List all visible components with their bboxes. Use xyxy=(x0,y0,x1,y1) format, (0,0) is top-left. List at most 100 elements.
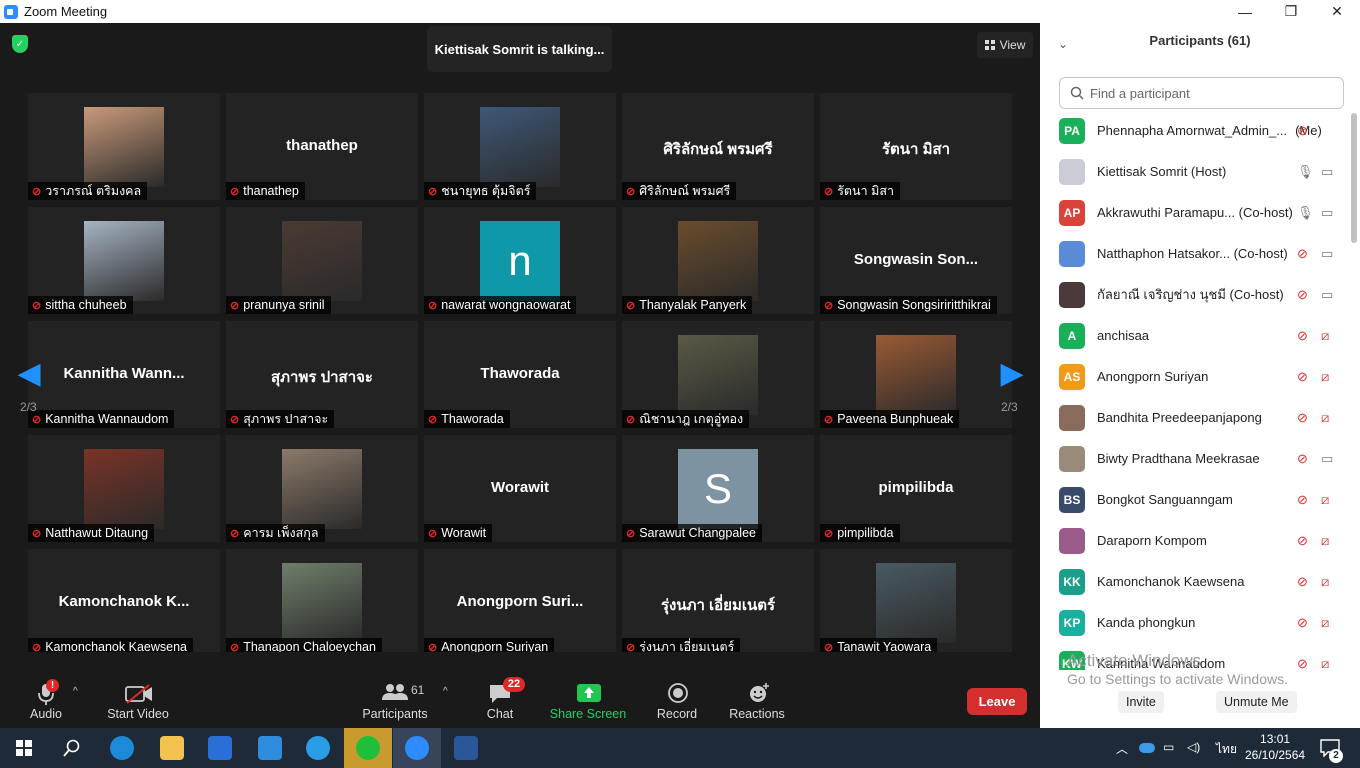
participant-video-thumbnail xyxy=(84,107,164,187)
video-tile[interactable]: Kamonchanok K... ⊘ Kamonchanok Kaewsena xyxy=(28,549,220,656)
participant-row[interactable]: AP Akkrawuthi Paramapu... (Co-host) 🎙 ▭ xyxy=(1040,192,1350,233)
volume-icon[interactable]: ◁) xyxy=(1187,740,1200,754)
participant-list[interactable]: PA Phennapha Amornwat_Admin_... (Me) ⊘ Kiett… xyxy=(1040,110,1350,670)
video-tile[interactable]: ⊘ วราภรณ์ ตริมงคล xyxy=(28,93,220,200)
muted-mic-icon: ⊘ xyxy=(626,413,636,426)
video-tile[interactable]: ⊘ sittha chuheeb xyxy=(28,207,220,314)
notification-count-badge: 2 xyxy=(1329,749,1343,763)
tile-display-name: thanathep xyxy=(286,137,358,154)
video-gallery: ⊘ วราภรณ์ ตริมงคล thanathep ⊘ thanathep ⊘ ชนาย… xyxy=(28,93,1012,657)
windows-taskbar xyxy=(0,728,1360,768)
participant-search[interactable] xyxy=(1059,77,1344,109)
participant-row[interactable]: กัลยาณี เจริญช่าง นุชมี (Co-host) ⊘ ▭ xyxy=(1040,274,1350,315)
microphone-muted-icon: ⊘ xyxy=(1297,450,1308,466)
participant-list-scrollbar[interactable] xyxy=(1351,113,1357,243)
video-tile[interactable]: Songwasin Son... ⊘ Songwasin Songsiriritth… xyxy=(820,207,1012,314)
minimize-button[interactable]: — xyxy=(1222,0,1268,23)
participant-name: Kanda phongkun xyxy=(1097,615,1195,630)
zoom-app-taskbar-icon[interactable] xyxy=(405,736,429,760)
store-icon[interactable] xyxy=(208,736,232,760)
view-button[interactable]: View xyxy=(977,32,1033,58)
video-tile[interactable]: ⊘ Thanyalak Panyerk xyxy=(622,207,814,314)
participants-label: Participants xyxy=(362,707,428,721)
video-tile[interactable]: รัตนา มิสา ⊘ รัตนา มิสา xyxy=(820,93,1012,200)
participant-row[interactable]: Biwty Pradthana Meekrasae ⊘ ▭ xyxy=(1040,438,1350,479)
video-tile[interactable]: ⊘ คารม เพ็งสกุล xyxy=(226,435,418,542)
line-app-icon[interactable] xyxy=(356,736,380,760)
participant-avatar xyxy=(1059,240,1085,267)
participant-row[interactable]: KK Kamonchanok Kaewsena ⊘ ⧄ xyxy=(1040,561,1350,602)
reactions-label: Reactions xyxy=(729,707,785,721)
edge-browser-icon[interactable] xyxy=(110,736,134,760)
invite-button[interactable]: Invite xyxy=(1118,691,1164,713)
video-tile[interactable]: ⊘ Tanawit Yaowara xyxy=(820,549,1012,656)
network-icon[interactable]: ▭ xyxy=(1163,740,1174,754)
previous-page-arrow-icon[interactable]: ◀ xyxy=(14,356,44,390)
participant-search-input[interactable] xyxy=(1090,85,1330,101)
participant-row[interactable]: KP Kanda phongkun ⊘ ⧄ xyxy=(1040,602,1350,643)
word-icon[interactable] xyxy=(454,736,478,760)
video-tile[interactable]: ศิริลักษณ์ พรมศรี ⊘ ศิริลักษณ์ พรมศรี xyxy=(622,93,814,200)
video-tile[interactable]: pimpilibda ⊘ pimpilibda xyxy=(820,435,1012,542)
onedrive-icon[interactable] xyxy=(1139,743,1155,753)
page-indicator-left: 2/3 xyxy=(20,400,37,414)
video-tile[interactable]: thanathep ⊘ thanathep xyxy=(226,93,418,200)
camera-off-icon: ⧄ xyxy=(1321,573,1330,589)
video-tile[interactable]: ⊘ Natthawut Ditaung xyxy=(28,435,220,542)
chat-label: Chat xyxy=(486,707,514,721)
participant-row[interactable]: AS Anongporn Suriyan ⊘ ⧄ xyxy=(1040,356,1350,397)
encryption-shield-icon[interactable]: ✓ xyxy=(12,35,28,53)
windows-start-icon[interactable] xyxy=(16,740,32,756)
participants-panel: ⌄ Participants (61) PAPhennapha Amornwat… xyxy=(1040,23,1360,728)
muted-mic-icon: ⊘ xyxy=(230,185,240,198)
video-tile[interactable]: รุ่งนภา เอี่ยมเนตร์ ⊘ รุ่งนภา เอี่ยมเนตร์ xyxy=(622,549,814,656)
participant-avatar: A xyxy=(1059,322,1085,349)
maximize-button[interactable]: ❐ xyxy=(1268,0,1314,23)
audio-options-chevron-icon[interactable]: ^ xyxy=(73,686,78,697)
muted-mic-icon: ⊘ xyxy=(824,185,834,198)
taskbar-clock[interactable]: 13:01 26/10/2564 xyxy=(1245,731,1305,763)
microphone-muted-icon: ⊘ xyxy=(1297,409,1308,425)
participant-row[interactable]: Bandhita Preedeepanjapong ⊘ ⧄ xyxy=(1040,397,1350,438)
language-indicator[interactable]: ไทย xyxy=(1216,740,1237,759)
video-tile[interactable]: ⊘ ชนายุทธ ตุ้มจิตร์ xyxy=(424,93,616,200)
video-tile[interactable]: ⊘ Paveena Bunphueak xyxy=(820,321,1012,428)
video-tile[interactable]: ⊘ ณิชานาฎ เกตุอู่ทอง xyxy=(622,321,814,428)
tile-display-name: Songwasin Son... xyxy=(853,251,979,268)
participant-row[interactable]: BS Bongkot Sanguanngam ⊘ ⧄ xyxy=(1040,479,1350,520)
participant-row[interactable]: Aanchisaa ⊘ ⧄ xyxy=(1040,315,1350,356)
tile-display-name: ศิริลักษณ์ พรมศรี xyxy=(663,141,773,158)
tile-participant-name: nawarat wongnaowarat xyxy=(441,298,571,312)
video-tile[interactable]: S ⊘ Sarawut Changpalee xyxy=(622,435,814,542)
tile-name-label: ⊘ Sarawut Changpalee xyxy=(622,524,762,542)
video-tile[interactable]: Kannitha Wann... ⊘ Kannitha Wannaudom xyxy=(28,321,220,428)
participant-avatar xyxy=(1059,404,1085,431)
file-explorer-icon[interactable] xyxy=(160,736,184,760)
participant-name-text: Bandhita Preedeepanjapong xyxy=(1097,410,1262,425)
record-label: Record xyxy=(656,707,698,721)
next-page-arrow-icon[interactable]: ▶ xyxy=(997,356,1027,390)
tile-participant-name: pimpilibda xyxy=(837,526,894,540)
tray-overflow-chevron-icon[interactable]: ︿ xyxy=(1116,740,1128,757)
mail-icon[interactable] xyxy=(258,736,282,760)
leave-button[interactable]: Leave xyxy=(967,688,1027,715)
video-tile[interactable]: ⊘ pranunya srinil xyxy=(226,207,418,314)
unmute-me-button[interactable]: Unmute Me xyxy=(1216,691,1297,713)
video-tile[interactable]: สุภาพร ปาสาจะ ⊘ สุภาพร ปาสาจะ xyxy=(226,321,418,428)
participant-row[interactable]: PA Phennapha Amornwat_Admin_... (Me) ⊘ xyxy=(1040,110,1350,151)
participant-row[interactable]: Daraporn Kompom ⊘ ⧄ xyxy=(1040,520,1350,561)
microphone-muted-icon: ⊘ xyxy=(1297,122,1308,138)
muted-mic-icon: ⊘ xyxy=(428,299,438,312)
participant-row[interactable]: Kiettisak Somrit (Host) 🎙 ▭ xyxy=(1040,151,1350,192)
participants-options-chevron-icon[interactable]: ^ xyxy=(443,686,448,697)
participant-row[interactable]: Natthaphon Hatsakor... (Co-host) ⊘ ▭ xyxy=(1040,233,1350,274)
video-tile[interactable]: n ⊘ nawarat wongnaowarat xyxy=(424,207,616,314)
taskbar-search-icon[interactable] xyxy=(63,739,81,757)
video-tile[interactable]: Thaworada ⊘ Thaworada xyxy=(424,321,616,428)
video-tile[interactable]: Anongporn Suri... ⊘ Anongporn Suriyan xyxy=(424,549,616,656)
close-button[interactable]: ✕ xyxy=(1314,0,1360,23)
video-tile[interactable]: Worawit ⊘ Worawit xyxy=(424,435,616,542)
internet-explorer-icon[interactable] xyxy=(306,736,330,760)
participant-video-thumbnail xyxy=(678,221,758,301)
video-tile[interactable]: ⊘ Thanapon Chaloeychan xyxy=(226,549,418,656)
